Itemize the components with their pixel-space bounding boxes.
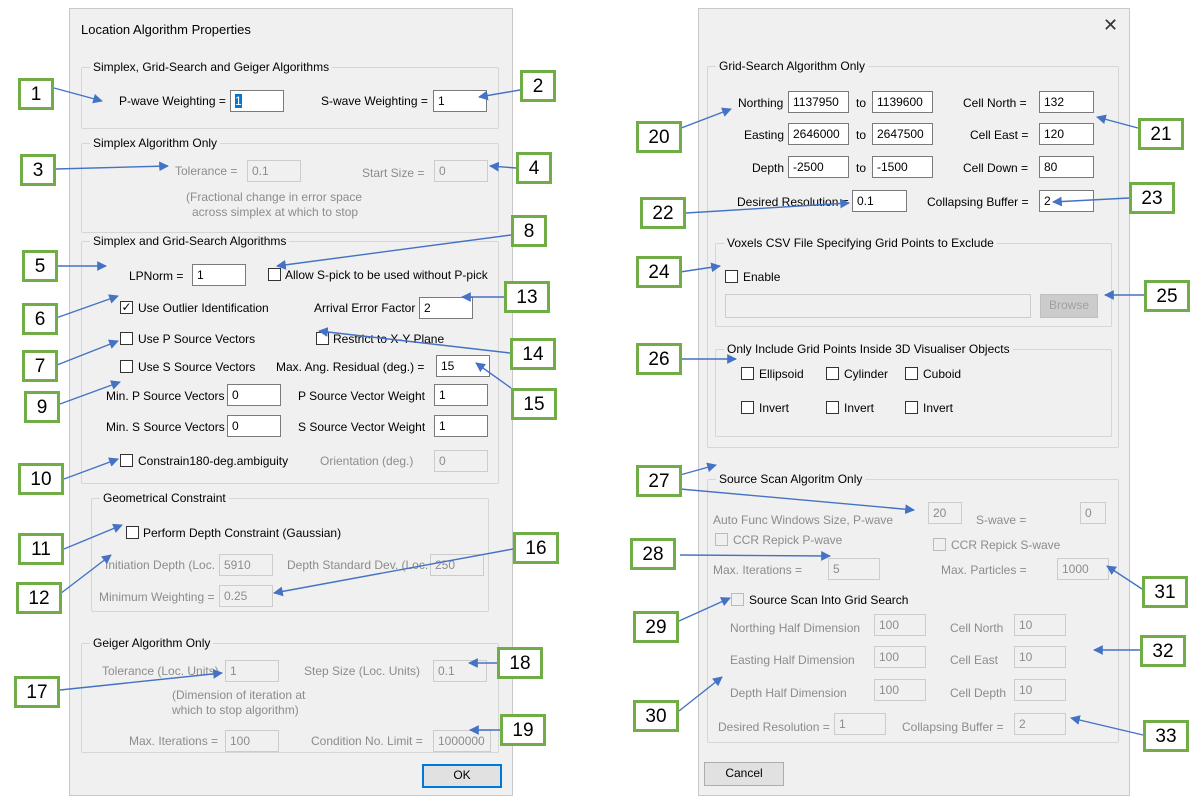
arrow-7 — [56, 339, 119, 366]
arrow-11 — [63, 523, 123, 550]
callout-13: 13 — [504, 281, 550, 313]
callout-14: 14 — [510, 338, 556, 370]
callout-5: 5 — [22, 250, 58, 282]
callout-15: 15 — [511, 388, 557, 420]
arrow-1 — [53, 87, 103, 104]
arrow-16 — [273, 548, 514, 597]
callout-18: 18 — [497, 647, 543, 679]
callout-31: 31 — [1142, 576, 1188, 608]
callout-4: 4 — [516, 152, 552, 184]
callout-12: 12 — [16, 582, 62, 614]
callout-24: 24 — [636, 256, 682, 288]
arrow-10 — [63, 457, 119, 480]
arrow-28 — [679, 551, 831, 561]
arrow-14 — [318, 327, 511, 354]
arrow-21 — [1096, 114, 1139, 129]
arrow-20 — [675, 107, 732, 131]
arrow-24 — [679, 262, 721, 273]
callout-7: 7 — [22, 350, 58, 382]
arrow-17 — [59, 669, 223, 691]
callout-2: 2 — [520, 70, 556, 102]
arrow-22 — [685, 198, 850, 214]
arrow-15 — [475, 362, 512, 389]
callout-11: 11 — [18, 533, 64, 565]
callout-10: 10 — [18, 463, 64, 495]
callout-23: 23 — [1129, 182, 1175, 214]
arrow-6 — [55, 294, 119, 319]
callout-29: 29 — [633, 611, 679, 643]
arrow-8 — [276, 234, 512, 270]
callout-25: 25 — [1144, 280, 1190, 312]
arrow-4 — [489, 161, 517, 172]
arrow-30 — [678, 676, 723, 712]
callout-21: 21 — [1138, 118, 1184, 150]
callout-6: 6 — [22, 303, 58, 335]
arrow-29 — [678, 597, 731, 622]
callout-33: 33 — [1143, 720, 1189, 752]
callout-19: 19 — [500, 714, 546, 746]
arrow-9 — [59, 380, 121, 405]
callout-20: 20 — [636, 121, 682, 153]
arrow-31 — [1106, 565, 1143, 590]
callout-17: 17 — [14, 676, 60, 708]
arrow-27a — [679, 462, 717, 476]
callout-arrows — [53, 87, 1144, 736]
callout-3: 3 — [20, 154, 56, 186]
arrow-12 — [55, 554, 112, 598]
callout-26: 26 — [636, 343, 682, 375]
callout-27: 27 — [636, 465, 682, 497]
callout-1: 1 — [18, 78, 54, 110]
arrow-23 — [1052, 196, 1130, 207]
arrow-27b — [679, 488, 915, 515]
callout-32: 32 — [1140, 635, 1186, 667]
callout-9: 9 — [24, 391, 60, 423]
arrow-3 — [55, 161, 169, 172]
callout-16: 16 — [513, 532, 559, 564]
callout-30: 30 — [633, 700, 679, 732]
callout-22: 22 — [640, 197, 686, 229]
arrow-2 — [478, 89, 521, 101]
callout-8: 8 — [511, 215, 547, 247]
arrow-33 — [1070, 715, 1144, 736]
callout-28: 28 — [630, 538, 676, 570]
